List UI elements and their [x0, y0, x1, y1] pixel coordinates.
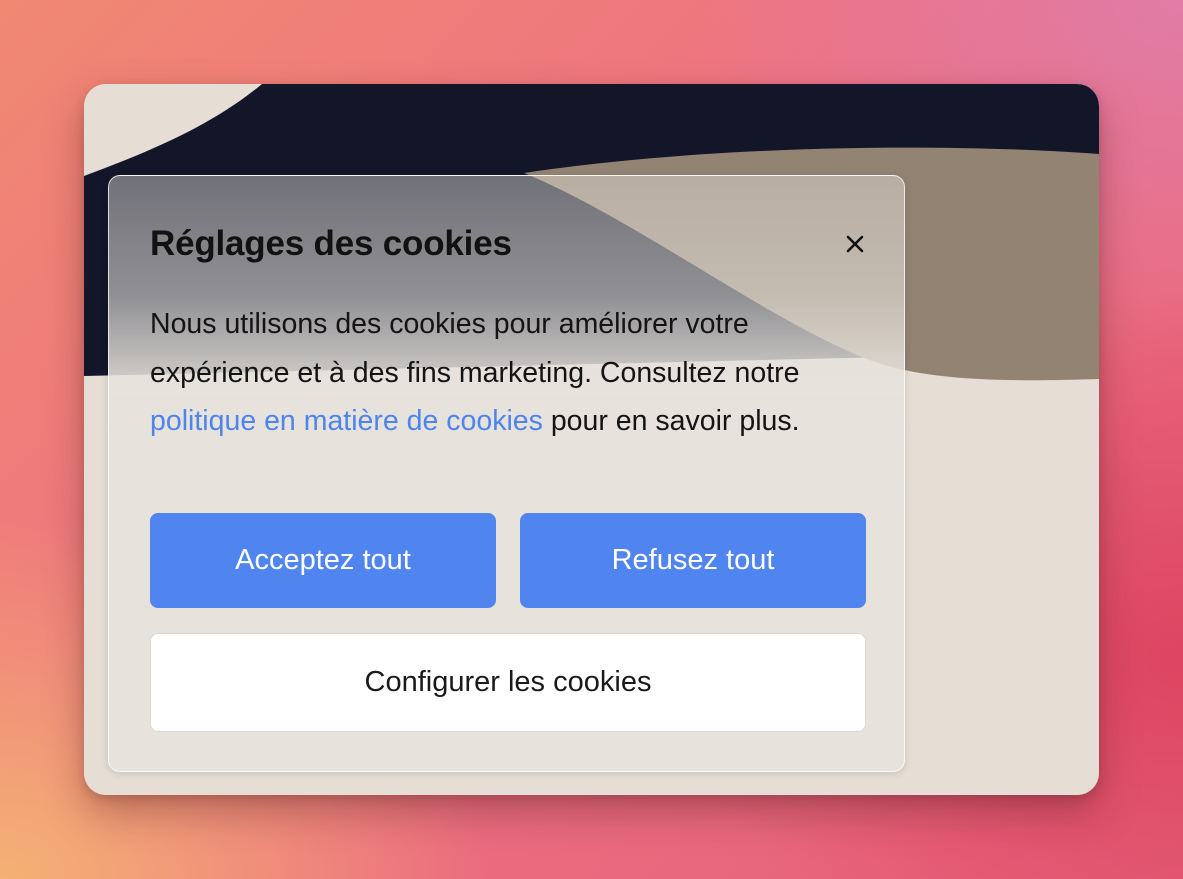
description-text-end: pour en savoir plus. — [542, 405, 800, 437]
description-text-start: Nous utilisons des cookies pour améliore… — [150, 308, 800, 389]
accept-all-label: Acceptez tout — [235, 544, 411, 576]
configure-cookies-button[interactable]: Configurer les cookies — [150, 633, 866, 732]
cookie-policy-link[interactable]: politique en matière de cookies — [150, 405, 543, 437]
close-button[interactable] — [839, 228, 871, 260]
close-icon — [846, 235, 864, 253]
refuse-all-button[interactable]: Refusez tout — [520, 513, 866, 608]
refuse-all-label: Refusez tout — [611, 544, 775, 576]
dialog-title: Réglages des cookies — [150, 224, 512, 263]
dialog-description: Nous utilisons des cookies pour améliore… — [150, 300, 850, 446]
configure-cookies-label: Configurer les cookies — [364, 666, 652, 698]
cookie-settings-dialog: Réglages des cookies Nous utilisons des … — [108, 175, 905, 772]
accept-all-button[interactable]: Acceptez tout — [150, 513, 496, 608]
